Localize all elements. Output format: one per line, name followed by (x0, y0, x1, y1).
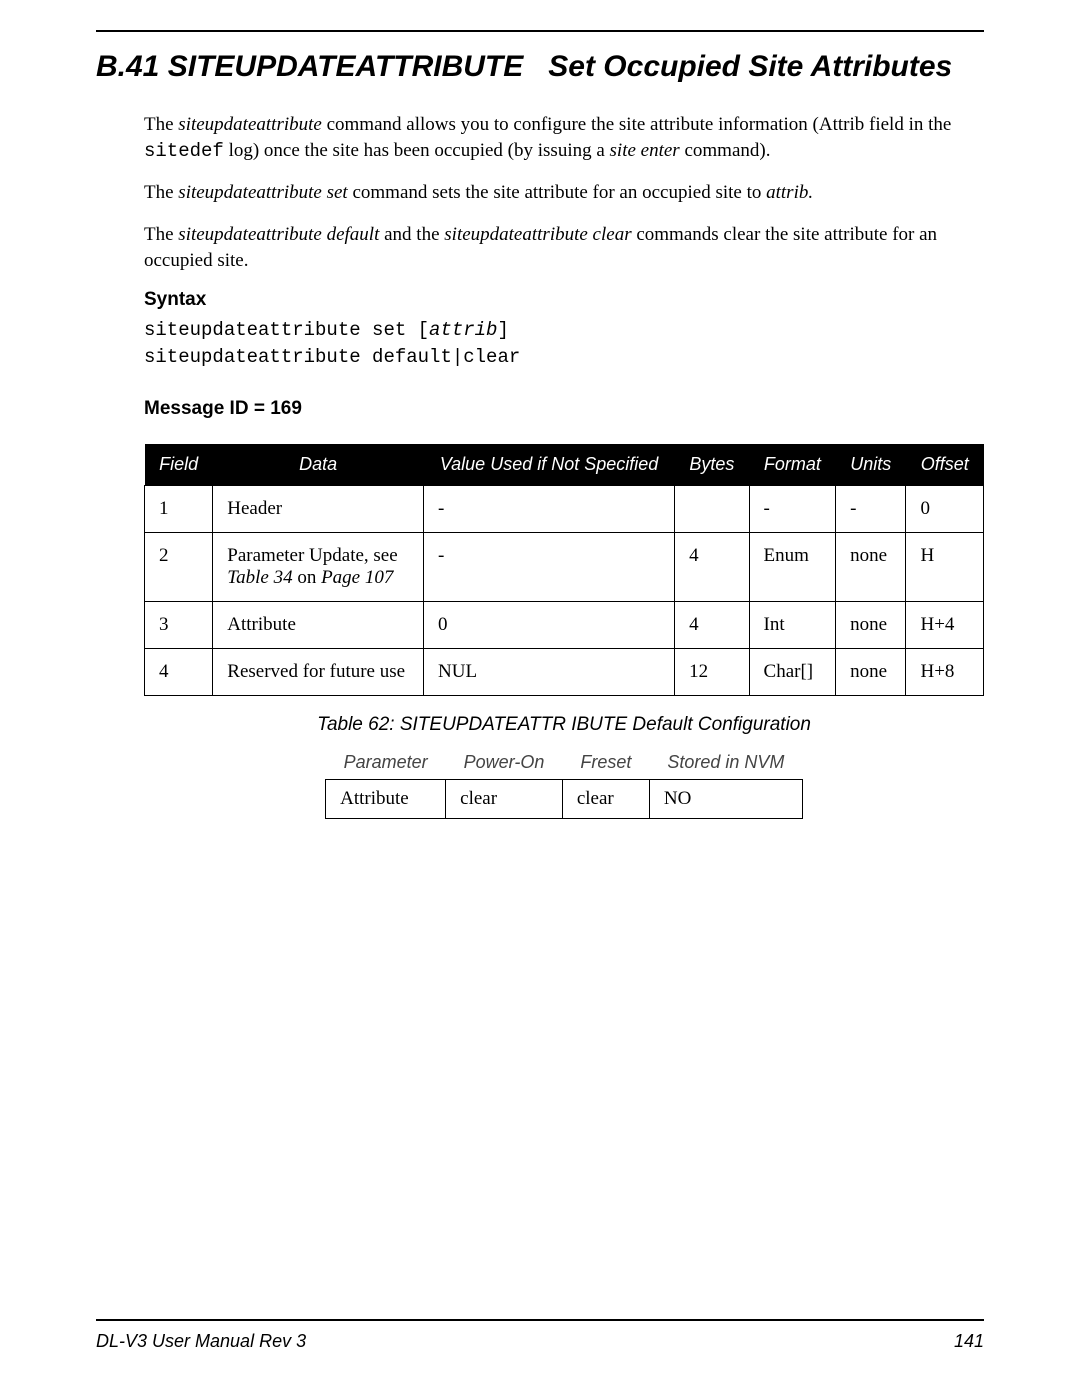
dcell-nvm: NO (649, 780, 802, 819)
cell-offset: H+8 (906, 649, 984, 696)
cell-format: Enum (749, 533, 836, 602)
cell-data-ref: Table 34 (227, 567, 292, 588)
syntax-l1-b: ] (497, 319, 508, 341)
cell-bytes: 12 (675, 649, 749, 696)
section-number: B.41 (96, 50, 159, 83)
p1-cmd: siteupdateattribute (178, 114, 322, 135)
p3-b: and the (379, 224, 444, 245)
syntax-heading: Syntax (144, 289, 984, 311)
cell-offset: 0 (906, 486, 984, 533)
message-structure-table: Field Data Value Used if Not Specified B… (144, 444, 984, 696)
p2-a: The (144, 182, 178, 203)
cell-data: Header (213, 486, 424, 533)
dcell-parameter: Attribute (326, 780, 446, 819)
p1-b: command allows you to configure the site… (322, 114, 952, 135)
cell-vuns: NUL (424, 649, 675, 696)
p2-cmd2: attrib. (766, 182, 813, 203)
dcell-freset: clear (562, 780, 649, 819)
footer-page-number: 141 (954, 1331, 984, 1352)
dth-poweron: Power-On (446, 746, 563, 780)
table-row: 3 Attribute 0 4 Int none H+4 (145, 602, 984, 649)
p1-c: log) once the site has been occupied (by… (224, 140, 610, 161)
table-row: 1 Header - - - 0 (145, 486, 984, 533)
cell-vuns: - (424, 486, 675, 533)
p1-d: command). (680, 140, 771, 161)
footer-doc-title: DL-V3 User Manual Rev 3 (96, 1331, 306, 1352)
table-row: 2 Parameter Update, see Table 34 on Page… (145, 533, 984, 602)
table-caption: Table 62: SITEUPDATEATTR IBUTE Default C… (144, 714, 984, 736)
page-footer: DL-V3 User Manual Rev 3 141 (96, 1319, 984, 1352)
cell-field: 4 (145, 649, 213, 696)
p3-cmd2: siteupdateattribute clear (444, 224, 631, 245)
th-units: Units (836, 444, 906, 486)
p1-code: sitedef (144, 140, 224, 162)
p2-b: command sets the site attribute for an o… (348, 182, 766, 203)
syntax-line-1: siteupdateattribute set [attrib] (144, 317, 984, 344)
th-bytes: Bytes (675, 444, 749, 486)
cell-bytes (675, 486, 749, 533)
cell-data: Reserved for future use (213, 649, 424, 696)
th-vuns: Value Used if Not Specified (424, 444, 675, 486)
p1-cmd2: site enter (610, 140, 680, 161)
default-config-table: Parameter Power-On Freset Stored in NVM … (325, 746, 803, 819)
message-id-heading: Message ID = 169 (144, 398, 984, 420)
syntax-l1-arg: attrib (429, 319, 497, 341)
th-format: Format (749, 444, 836, 486)
intro-paragraph-1: The siteupdateattribute command allows y… (144, 112, 984, 164)
cell-format: Int (749, 602, 836, 649)
cell-vuns: - (424, 533, 675, 602)
def-header-row: Parameter Power-On Freset Stored in NVM (326, 746, 803, 780)
cell-offset: H+4 (906, 602, 984, 649)
table-row: 4 Reserved for future use NUL 12 Char[] … (145, 649, 984, 696)
def-row: Attribute clear clear NO (326, 780, 803, 819)
th-data: Data (213, 444, 424, 486)
cell-field: 1 (145, 486, 213, 533)
cell-bytes: 4 (675, 602, 749, 649)
cell-offset: H (906, 533, 984, 602)
th-offset: Offset (906, 444, 984, 486)
cell-data-ref-page: Page 107 (321, 567, 393, 588)
p3-a: The (144, 224, 178, 245)
syntax-l1-a: siteupdateattribute set [ (144, 319, 429, 341)
section-title-text: Set Occupied Site Attributes (548, 50, 952, 83)
section-cmd: SITEUPDATEATTRIBUTE (168, 50, 524, 83)
dth-parameter: Parameter (326, 746, 446, 780)
p2-cmd: siteupdateattribute set (178, 182, 347, 203)
cell-units: none (836, 602, 906, 649)
cell-units: none (836, 649, 906, 696)
section-heading: B.41 SITEUPDATEATTRIBUTE Set Occupied Si… (96, 50, 984, 84)
cell-format: Char[] (749, 649, 836, 696)
cell-units: - (836, 486, 906, 533)
footer-rule (96, 1319, 984, 1321)
cell-format: - (749, 486, 836, 533)
cell-data-ref-tail: on (293, 567, 322, 588)
cell-data: Parameter Update, see Table 34 on Page 1… (213, 533, 424, 602)
top-rule (96, 30, 984, 32)
intro-paragraph-2: The siteupdateattribute set command sets… (144, 180, 984, 206)
cell-units: none (836, 533, 906, 602)
th-field: Field (145, 444, 213, 486)
intro-paragraph-3: The siteupdateattribute default and the … (144, 222, 984, 273)
table-header-row: Field Data Value Used if Not Specified B… (145, 444, 984, 486)
p3-cmd: siteupdateattribute default (178, 224, 379, 245)
p1-a: The (144, 114, 178, 135)
dth-freset: Freset (562, 746, 649, 780)
cell-vuns: 0 (424, 602, 675, 649)
syntax-line-2: siteupdateattribute default|clear (144, 344, 984, 371)
cell-field: 3 (145, 602, 213, 649)
syntax-block: siteupdateattribute set [attrib] siteupd… (144, 317, 984, 370)
cell-field: 2 (145, 533, 213, 602)
cell-data-text: Parameter Update, see (227, 545, 397, 566)
dth-nvm: Stored in NVM (649, 746, 802, 780)
dcell-poweron: clear (446, 780, 563, 819)
cell-bytes: 4 (675, 533, 749, 602)
cell-data: Attribute (213, 602, 424, 649)
